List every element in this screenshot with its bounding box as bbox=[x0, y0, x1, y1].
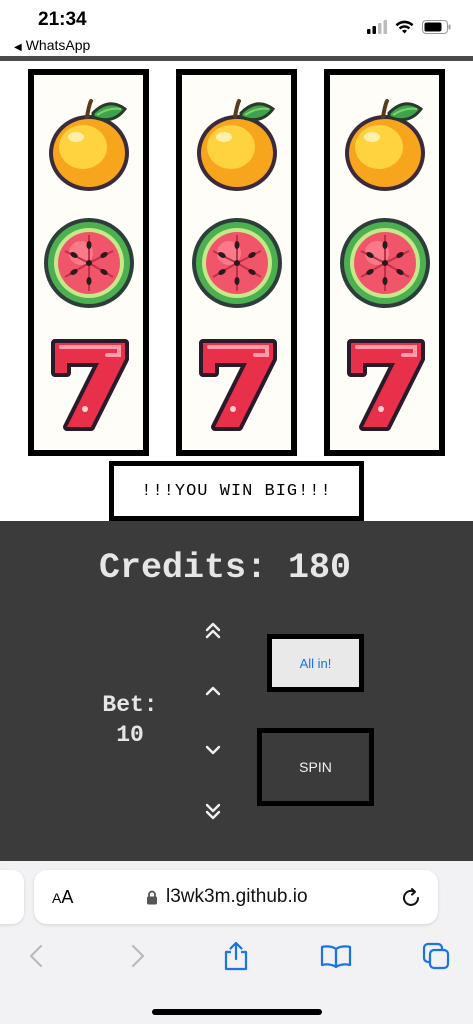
lock-icon bbox=[147, 890, 157, 904]
reel-3 bbox=[324, 69, 445, 456]
spin-button[interactable]: SPIN bbox=[257, 728, 374, 806]
bet-up-button[interactable] bbox=[199, 677, 227, 705]
home-indicator bbox=[152, 1009, 322, 1015]
bet-display: Bet: 10 bbox=[90, 690, 170, 750]
url-display[interactable]: l3wk3m.github.io bbox=[146, 886, 308, 908]
wifi-icon bbox=[395, 20, 414, 34]
status-time: 21:34 bbox=[38, 9, 87, 30]
double-chevron-down-icon bbox=[205, 803, 221, 820]
book-icon bbox=[320, 945, 352, 968]
cellular-signal-icon bbox=[367, 20, 387, 34]
lemon-icon bbox=[196, 99, 277, 191]
reload-icon bbox=[403, 888, 419, 906]
tabs-button[interactable] bbox=[420, 940, 452, 972]
chevron-up-icon bbox=[205, 686, 221, 696]
share-button[interactable] bbox=[220, 940, 252, 972]
chevron-left-icon bbox=[29, 944, 43, 968]
watermelon-icon bbox=[43, 218, 134, 308]
bet-max-down-button[interactable] bbox=[199, 798, 227, 826]
lemon-icon bbox=[344, 99, 425, 191]
result-message: !!!YOU WIN BIG!!! bbox=[109, 461, 364, 521]
reload-button[interactable] bbox=[400, 887, 422, 914]
bet-label: Bet: bbox=[102, 692, 158, 718]
bet-value: 10 bbox=[116, 722, 144, 748]
all-in-button[interactable]: All in! bbox=[267, 634, 364, 692]
credits-display: Credits: 180 bbox=[98, 548, 352, 588]
back-to-app-link[interactable]: ◀ WhatsApp bbox=[14, 37, 90, 53]
bet-max-up-button[interactable] bbox=[199, 616, 227, 644]
back-triangle-icon: ◀ bbox=[14, 42, 22, 53]
battery-icon bbox=[422, 20, 451, 34]
watermelon-icon bbox=[339, 218, 430, 308]
bet-down-button[interactable] bbox=[199, 736, 227, 764]
url-text: l3wk3m.github.io bbox=[166, 886, 308, 907]
share-icon bbox=[224, 941, 248, 971]
reader-options-button[interactable]: AA bbox=[52, 887, 73, 908]
seven-icon bbox=[50, 339, 129, 431]
reel-1 bbox=[28, 69, 149, 456]
back-app-label: WhatsApp bbox=[25, 37, 91, 53]
chevron-down-icon bbox=[205, 745, 221, 755]
watermelon-icon bbox=[191, 218, 282, 308]
previous-tab-edge[interactable] bbox=[0, 870, 24, 924]
status-icons bbox=[367, 20, 451, 34]
bookmarks-button[interactable] bbox=[320, 940, 352, 972]
seven-icon bbox=[346, 339, 425, 431]
seven-icon bbox=[198, 339, 277, 431]
reel-2 bbox=[176, 69, 297, 456]
tabs-icon bbox=[422, 942, 450, 970]
forward-button[interactable] bbox=[122, 940, 154, 972]
status-bar: 21:34 ◀ WhatsApp bbox=[0, 0, 473, 56]
double-chevron-up-icon bbox=[205, 622, 221, 639]
lemon-icon bbox=[48, 99, 129, 191]
chevron-right-icon bbox=[131, 944, 145, 968]
back-button[interactable] bbox=[20, 940, 52, 972]
header-divider bbox=[0, 56, 473, 61]
